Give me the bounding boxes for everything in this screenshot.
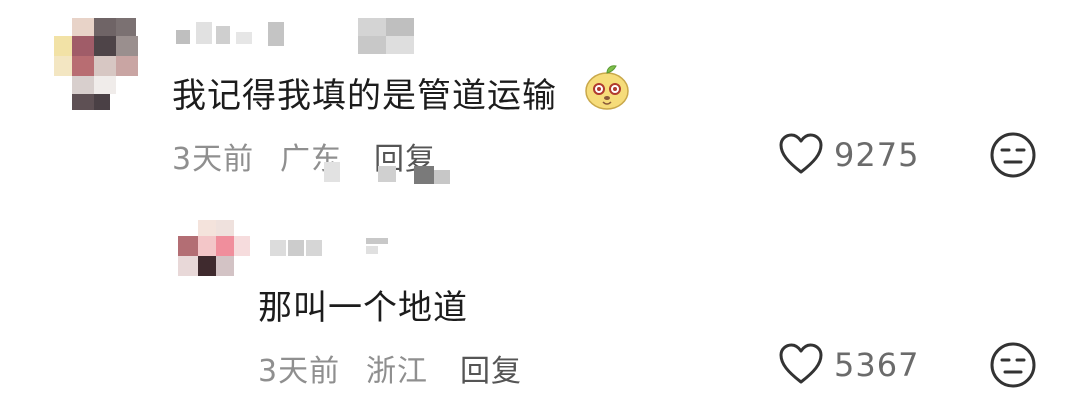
blurred-region [324, 162, 450, 184]
reply-button[interactable]: 回复 [460, 346, 522, 390]
user-badge [358, 18, 414, 54]
heart-outline-icon[interactable] [778, 132, 824, 176]
like-count: 9275 [834, 136, 920, 174]
comment-time: 3天前 [258, 354, 341, 389]
avatar[interactable] [178, 220, 250, 280]
smiling-face-emoji-icon [585, 65, 629, 110]
comment-item: 我记得我填的是管道运输 3天前 广东 回复 9275 [0, 0, 1080, 200]
comment-text: 我记得我填的是管道运输 [172, 68, 557, 117]
like-count: 5367 [834, 346, 920, 384]
reply-comment-item: 那叫一个地道 3天前 浙江 回复 5367 [0, 200, 1080, 405]
username[interactable] [270, 238, 400, 260]
avatar[interactable] [48, 18, 140, 110]
unamused-face-icon[interactable] [989, 131, 1037, 179]
comment-text-content: 那叫一个地道 [258, 288, 468, 328]
comment-text: 那叫一个地道 [258, 280, 468, 329]
comment-location: 浙江 [366, 354, 428, 389]
username[interactable] [176, 22, 286, 50]
unamused-face-icon[interactable] [989, 341, 1037, 389]
comment-time: 3天前 [172, 142, 255, 177]
comment-text-content: 我记得我填的是管道运输 [172, 76, 557, 116]
heart-outline-icon[interactable] [778, 342, 824, 386]
